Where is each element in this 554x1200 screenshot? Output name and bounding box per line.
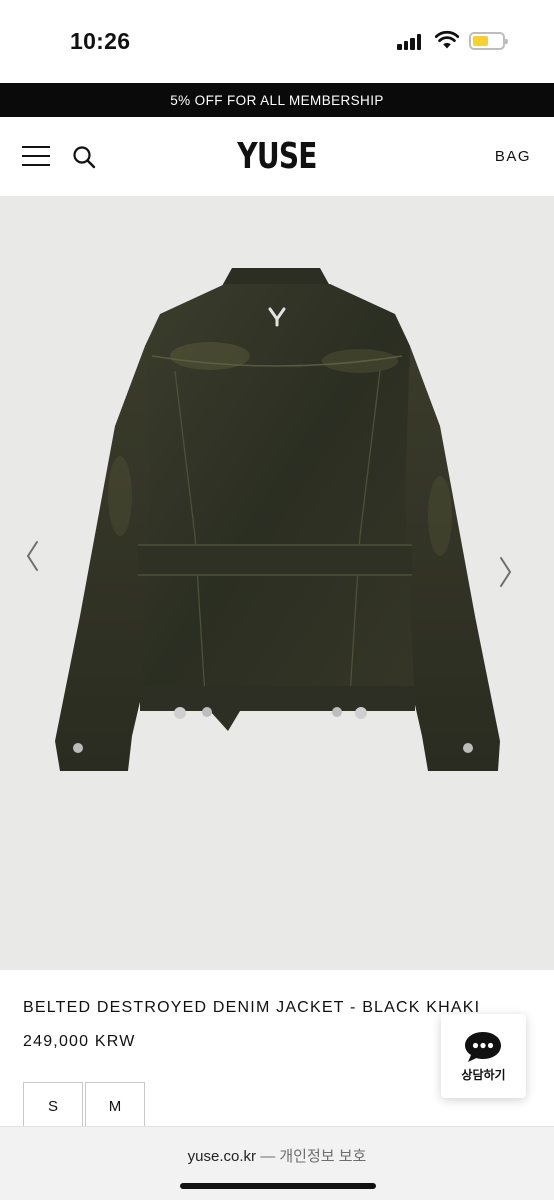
chat-consult-button[interactable]: 상담하기 <box>441 1014 526 1098</box>
chat-bubble-icon <box>465 1032 501 1062</box>
bag-link[interactable]: BAG <box>495 148 531 165</box>
product-name: BELTED DESTROYED DENIM JACKET - BLACK KH… <box>23 999 481 1016</box>
site-logo[interactable]: YUSE <box>61 136 493 177</box>
url-domain: yuse.co.kr <box>187 1148 257 1165</box>
size-option-m[interactable]: M <box>85 1082 145 1130</box>
wifi-icon <box>435 30 459 49</box>
browser-url-bar[interactable]: yuse.co.kr — 개인정보 보호 <box>0 1145 554 1166</box>
home-indicator[interactable] <box>180 1183 376 1189</box>
product-price: 249,000 KRW <box>23 1033 136 1050</box>
status-time: 10:26 <box>70 28 131 54</box>
status-bar: 10:26 <box>0 0 554 83</box>
cellular-signal-icon <box>397 34 423 50</box>
menu-icon[interactable] <box>22 144 50 168</box>
url-separator: — <box>260 1148 276 1165</box>
privacy-label: 개인정보 보호 <box>279 1148 367 1165</box>
chat-label: 상담하기 <box>461 1068 506 1082</box>
product-image <box>55 268 500 771</box>
browser-bottom-bar: yuse.co.kr — 개인정보 보호 <box>0 1126 554 1200</box>
chevron-left-icon[interactable] <box>20 536 44 576</box>
battery-icon <box>469 32 508 50</box>
promo-banner[interactable]: 5% OFF FOR ALL MEMBERSHIP <box>0 83 554 117</box>
site-header: YUSE BAG <box>0 117 554 196</box>
size-option-s[interactable]: S <box>23 1082 83 1130</box>
chevron-right-icon[interactable] <box>494 552 518 592</box>
product-gallery[interactable] <box>0 196 554 970</box>
